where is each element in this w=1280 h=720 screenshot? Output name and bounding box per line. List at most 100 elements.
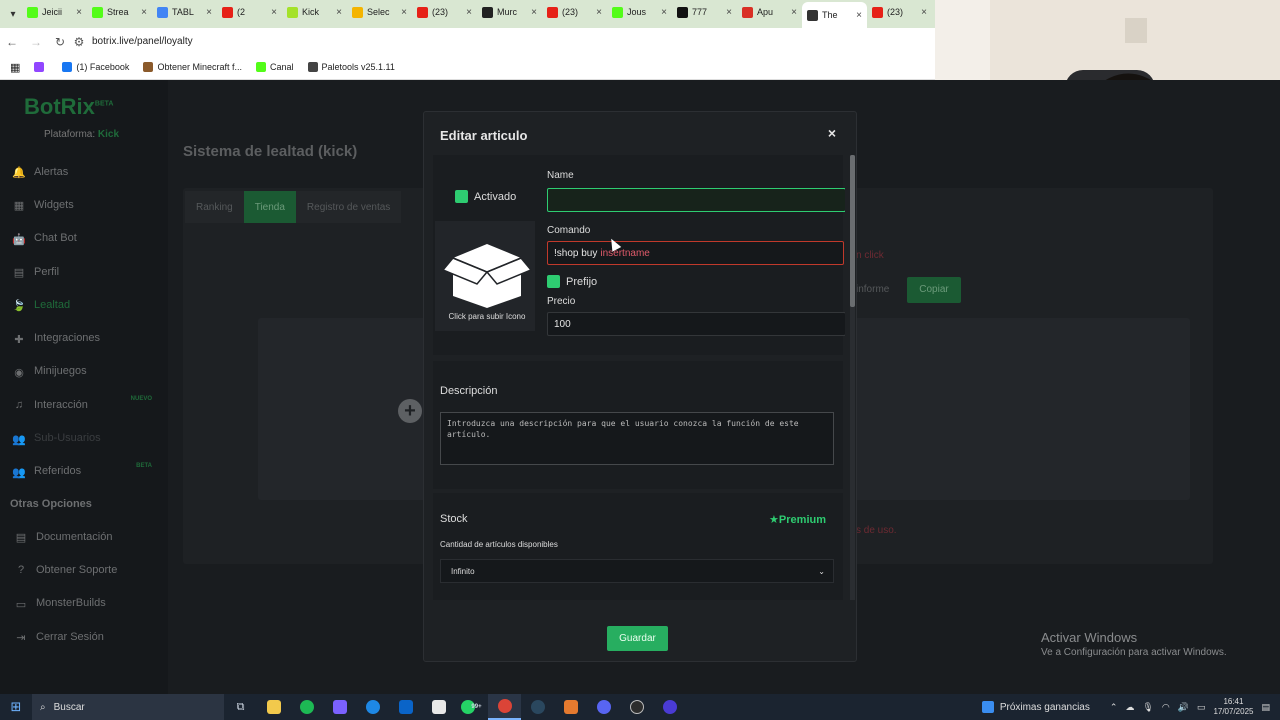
browser-tab[interactable]: (23) ×	[542, 0, 607, 24]
copy-button[interactable]: Copiar	[907, 277, 961, 303]
spotify-icon[interactable]	[290, 694, 323, 720]
network-icon[interactable]: ☁	[1125, 702, 1134, 713]
bookmark-item[interactable]: Canal	[255, 62, 294, 72]
name-input[interactable]	[547, 188, 845, 212]
close-icon[interactable]: ×	[336, 7, 342, 18]
add-item-icon[interactable]: +	[398, 399, 422, 423]
stock-select[interactable]: Infinito ⌄	[440, 559, 834, 583]
notifications-icon[interactable]: ▤	[1261, 702, 1270, 713]
checkbox-checked-icon[interactable]	[455, 190, 468, 203]
ganancias-widget[interactable]: Próximas ganancias	[981, 701, 1090, 713]
store-icon[interactable]	[422, 694, 455, 720]
prefijo-checkbox[interactable]: Prefijo	[547, 275, 597, 288]
back-icon[interactable]: ←	[0, 35, 24, 49]
close-icon[interactable]: ×	[856, 10, 862, 21]
taskbar-search[interactable]: ⌕ Buscar	[32, 694, 224, 720]
sidebar-item-cerrar-sesi-n[interactable]: ⇥ Cerrar Sesión	[14, 620, 164, 653]
close-icon[interactable]: ×	[531, 7, 537, 18]
tab-search-icon[interactable]: ▾	[4, 9, 22, 20]
sidebar-item-sub-usuarios[interactable]: 👥 Sub-Usuarios	[12, 421, 162, 454]
bookmark-item[interactable]: Paletools v25.1.11	[307, 62, 395, 72]
browser-tab[interactable]: Apu ×	[737, 0, 802, 24]
close-icon[interactable]: ×	[206, 7, 212, 18]
sidebar-item-chat-bot[interactable]: 🤖 Chat Bot	[12, 222, 162, 255]
upload-icon-area[interactable]: Click para subir Icono	[435, 221, 535, 331]
browser-tab[interactable]: Jous ×	[607, 0, 672, 24]
browser-tab[interactable]: 777 ×	[672, 0, 737, 24]
edge-icon[interactable]	[356, 694, 389, 720]
close-icon[interactable]: ×	[141, 7, 147, 18]
modal-scrollbar[interactable]	[850, 155, 855, 600]
browser-tab[interactable]: (23) ×	[412, 0, 477, 24]
browser-tab[interactable]: Jeicii ×	[22, 0, 87, 24]
discord-icon[interactable]	[587, 694, 620, 720]
whatsapp-icon[interactable]: 99+	[455, 694, 488, 720]
steam-icon[interactable]	[521, 694, 554, 720]
browser-tab[interactable]: Kick ×	[282, 0, 347, 24]
wifi-icon[interactable]: ◠	[1162, 702, 1170, 713]
link-text[interactable]: n click	[856, 250, 884, 261]
close-icon[interactable]: ×	[271, 7, 277, 18]
checkbox-checked-icon[interactable]	[547, 275, 560, 288]
clock[interactable]: 16:41 17/07/2025	[1213, 697, 1253, 717]
browser-tab[interactable]: (2 ×	[217, 0, 282, 24]
tab-ranking[interactable]: Ranking	[185, 191, 244, 223]
obs-icon[interactable]	[620, 694, 653, 720]
reload-icon[interactable]: ↻	[48, 35, 72, 49]
terms-link[interactable]: s de uso.	[856, 525, 897, 536]
browser-tab[interactable]: TABL ×	[152, 0, 217, 24]
sidebar-item-documentaci-n[interactable]: ▤ Documentación	[14, 520, 164, 553]
bookmark-item[interactable]	[34, 62, 48, 72]
close-icon[interactable]: ×	[828, 125, 836, 141]
file-explorer-icon[interactable]	[257, 694, 290, 720]
microphone-icon[interactable]: 🎙	[1142, 702, 1153, 713]
apps-grid-icon[interactable]: ▦	[10, 61, 20, 74]
descripcion-textarea[interactable]: Introduzca una descripción para que el u…	[440, 412, 834, 465]
sidebar-item-alertas[interactable]: 🔔 Alertas	[12, 155, 162, 188]
sidebar-item-referidos[interactable]: 👥 Referidos BETA	[12, 455, 162, 488]
save-button[interactable]: Guardar	[607, 626, 668, 651]
close-icon[interactable]: ×	[791, 7, 797, 18]
close-icon[interactable]: ×	[596, 7, 602, 18]
sidebar-item-interacci-n[interactable]: ♫ Interacción NUEVO	[12, 388, 162, 421]
media-player-icon[interactable]	[653, 694, 686, 720]
battery-icon[interactable]: ▭	[1197, 702, 1206, 713]
close-icon[interactable]: ×	[921, 7, 927, 18]
bookmark-item[interactable]: Obtener Minecraft f...	[143, 62, 242, 72]
comando-input[interactable]: !shop buy insertname	[547, 241, 844, 265]
sidebar-item-minijuegos[interactable]: ◉ Minijuegos	[12, 355, 162, 388]
sidebar-item-monsterbuilds[interactable]: ▭ MonsterBuilds	[14, 587, 164, 620]
close-icon[interactable]: ×	[76, 7, 82, 18]
sidebar-item-lealtad[interactable]: 🍃 Lealtad	[12, 288, 162, 321]
bookmark-item[interactable]: (1) Facebook	[62, 62, 129, 72]
close-icon[interactable]: ×	[466, 7, 472, 18]
browser-tab[interactable]: Murc ×	[477, 0, 542, 24]
url-input-ghost[interactable]: informe	[856, 277, 900, 303]
outlook-icon[interactable]	[389, 694, 422, 720]
scrollbar-thumb[interactable]	[850, 155, 855, 307]
streamlabs-icon[interactable]	[554, 694, 587, 720]
windows-start-icon[interactable]: ⊞	[0, 699, 32, 715]
forward-icon[interactable]: →	[24, 35, 48, 49]
browser-tab[interactable]: Selec ×	[347, 0, 412, 24]
sidebar-item-obtener-soporte[interactable]: ? Obtener Soporte	[14, 553, 164, 586]
url-text[interactable]: botrix.live/panel/loyalty	[92, 36, 193, 47]
copilot-icon[interactable]	[323, 694, 356, 720]
sidebar-item-perfil[interactable]: ▤ Perfil	[12, 255, 162, 288]
browser-tab[interactable]: (23) ×	[867, 0, 932, 24]
close-icon[interactable]: ×	[661, 7, 667, 18]
tab-registro-de-ventas[interactable]: Registro de ventas	[295, 191, 402, 223]
tab-tienda[interactable]: Tienda	[243, 191, 296, 223]
sidebar-item-widgets[interactable]: ▦ Widgets	[12, 188, 162, 221]
close-icon[interactable]: ×	[401, 7, 407, 18]
sidebar-item-integraciones[interactable]: ✚ Integraciones	[12, 321, 162, 354]
botrix-logo[interactable]: BotRixBETA	[24, 94, 113, 120]
browser-tab[interactable]: The ×	[802, 2, 867, 28]
browser-tab[interactable]: Strea ×	[87, 0, 152, 24]
task-view-icon[interactable]: ⧉	[224, 694, 257, 720]
chevron-up-icon[interactable]: ⌃	[1110, 702, 1118, 713]
close-icon[interactable]: ×	[726, 7, 732, 18]
volume-icon[interactable]: 🔊	[1178, 702, 1189, 713]
precio-input[interactable]: 100	[547, 312, 845, 336]
chrome-icon[interactable]	[488, 694, 521, 720]
